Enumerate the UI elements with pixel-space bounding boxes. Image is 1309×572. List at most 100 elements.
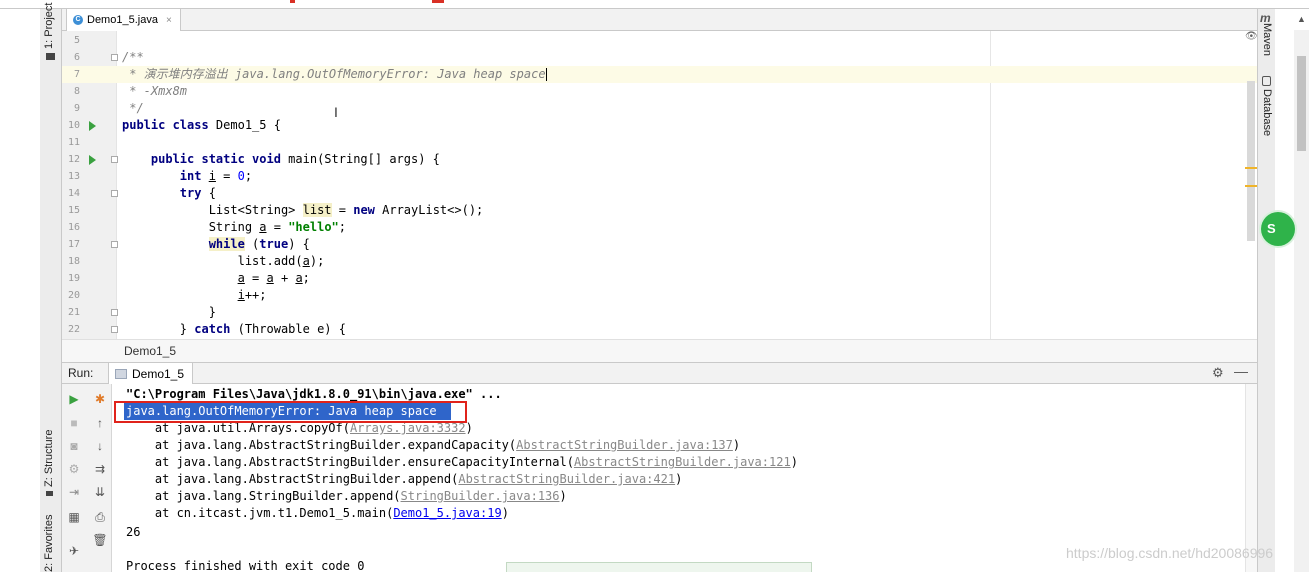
editor-tab-demo1-5[interactable]: C Demo1_5.java × [66,9,181,32]
fold-icon[interactable] [111,241,118,248]
print-icon[interactable]: ⎙ [91,508,109,526]
code-line[interactable]: 17 while (true) { [62,236,1257,253]
down-arrow-icon[interactable]: ↓ [91,437,109,455]
line-number: 5 [73,35,80,46]
stack-frame-source-link[interactable]: AbstractStringBuilder.java:137 [516,438,733,452]
console-output[interactable]: "C:\Program Files\Java\jdk1.8.0_91\bin\j… [112,384,1245,572]
code-line[interactable]: 13 int i = 0; [62,168,1257,185]
stack-frame-source-link[interactable]: AbstractStringBuilder.java:121 [574,455,791,469]
code-text: list.add(a); [122,254,325,268]
code-line[interactable]: 15 List<String> list = new ArrayList<>()… [62,202,1257,219]
code-line[interactable]: 7 * 演示堆内存溢出 java.lang.OutOfMemoryError: … [62,66,1257,83]
favorites-tool-tab[interactable]: 2: Favorites [43,515,55,572]
stack-frame-suffix: ) [501,506,509,520]
pin-icon[interactable]: ✈ [65,542,83,560]
code-line[interactable]: 18 list.add(a); [62,253,1257,270]
code-line[interactable]: 8 * -Xmx8m [62,83,1257,100]
line-number: 6 [73,52,80,63]
stack-frame-line: at java.lang.AbstractStringBuilder.expan… [126,437,740,454]
error-stripe-mark[interactable] [1245,185,1257,187]
line-number: 15 [67,205,80,216]
line-number: 9 [73,103,80,114]
console-scrollbar[interactable] [1245,384,1257,572]
stack-frame-source-link[interactable]: AbstractStringBuilder.java:421 [458,472,675,486]
run-gutter-icon[interactable] [89,121,96,131]
window-scrollbar[interactable] [1294,30,1309,572]
gear-icon[interactable]: ⚙ [1212,365,1224,381]
stack-frame-suffix: ) [559,489,567,503]
trash-icon[interactable]: 🗑 [91,531,109,549]
code-text: } [122,305,216,319]
code-line[interactable]: 12 public static void main(String[] args… [62,151,1257,168]
editor-tab-bar: C Demo1_5.java × [62,9,1257,32]
code-text: List<String> list = new ArrayList<>(); [122,203,484,217]
window-scrollbar-thumb[interactable] [1297,56,1306,151]
line-number: 11 [67,137,80,148]
fold-icon[interactable] [111,309,118,316]
breadcrumb-class[interactable]: Demo1_5 [124,344,176,358]
camera-icon[interactable]: ◙ [65,437,83,455]
run-tab-demo1-5[interactable]: Demo1_5 [108,363,194,384]
code-line[interactable]: 14 try { [62,185,1257,202]
stack-frame-line: at cn.itcast.jvm.t1.Demo1_5.main(Demo1_5… [126,505,509,522]
rerun-icon[interactable]: ▶ [65,390,83,408]
line-number: 16 [67,222,80,233]
fold-icon[interactable] [111,54,118,61]
code-line[interactable]: 11 [62,134,1257,151]
editor-tab-label: Demo1_5.java [87,14,158,26]
exit-icon[interactable]: ⇥ [65,483,83,501]
breadcrumb[interactable]: Demo1_5 [62,339,1257,363]
stack-frame-source-link[interactable]: StringBuilder.java:136 [401,489,560,503]
code-text: * 演示堆内存溢出 java.lang.OutOfMemoryError: Ja… [122,67,547,81]
stack-frame-line: at java.lang.AbstractStringBuilder.ensur… [126,454,798,471]
stop-icon[interactable]: ■ [65,414,83,432]
stack-frame-suffix: ) [465,421,473,435]
layout-icon[interactable]: ▦ [65,508,83,526]
minimize-icon[interactable]: — [1234,363,1248,379]
code-line[interactable]: 16 String a = "hello"; [62,219,1257,236]
code-text: String a = "hello"; [122,220,347,234]
run-gutter-icon[interactable] [89,155,96,165]
run-tool-header: Run: Demo1_5 ⚙ — [62,363,1257,384]
scroll-up-arrow-icon[interactable]: ▲ [1294,9,1309,30]
code-line[interactable]: 22 } catch (Throwable e) { [62,321,1257,338]
code-editor[interactable]: 5 6 /** 7 * 演示堆内存溢出 java.lang.OutOfMemoryEr… [62,31,1257,339]
settings-icon[interactable]: ⚙ [65,460,83,478]
error-annotation-box [114,401,467,423]
code-line[interactable]: 21 } [62,304,1257,321]
code-line[interactable]: 6 /** [62,49,1257,66]
error-stripe-mark[interactable] [1245,167,1257,169]
stack-frame-line: at java.lang.StringBuilder.append(String… [126,488,567,505]
code-line[interactable]: 5 [62,32,1257,49]
line-number: 8 [73,86,80,97]
stack-frame-source-link[interactable]: Demo1_5.java:19 [393,506,501,520]
watermark: https://blog.csdn.net/hd20086996 [1066,545,1274,561]
stack-frame-suffix: ) [790,455,798,469]
fold-icon[interactable] [111,326,118,333]
line-number: 18 [67,256,80,267]
run-label: Run: [68,366,94,380]
code-line[interactable]: 10 public class Demo1_5 { [62,117,1257,134]
structure-tool-tab[interactable]: Z: Structure [43,430,55,487]
scroll-to-end-icon[interactable]: ⇊ [91,483,109,501]
fold-icon[interactable] [111,190,118,197]
line-number: 17 [67,239,80,250]
editor-scrollbar[interactable] [1247,81,1255,241]
soft-wrap-icon[interactable]: ⇉ [91,460,109,478]
code-line[interactable]: 9 */ [62,100,1257,117]
database-tool-tab[interactable]: Database [1261,89,1273,136]
fold-icon[interactable] [111,156,118,163]
floating-assistant-button[interactable]: S [1261,212,1295,246]
line-number: 20 [67,290,80,301]
debug-icon[interactable]: ✱ [91,390,109,408]
red-mark [290,0,295,3]
maven-tool-tab[interactable]: Maven [1261,23,1273,56]
code-line[interactable]: 19 a = a + a; [62,270,1257,287]
eye-icon[interactable]: 👁 [1245,31,1257,42]
tooltip-strip [506,562,812,572]
code-line[interactable]: 20 i++; [62,287,1257,304]
up-arrow-icon[interactable]: ↑ [91,414,109,432]
project-tool-tab[interactable]: 1: Project [43,3,55,49]
close-icon[interactable]: × [166,15,172,26]
stack-frame-source-link[interactable]: Arrays.java:3332 [350,421,466,435]
